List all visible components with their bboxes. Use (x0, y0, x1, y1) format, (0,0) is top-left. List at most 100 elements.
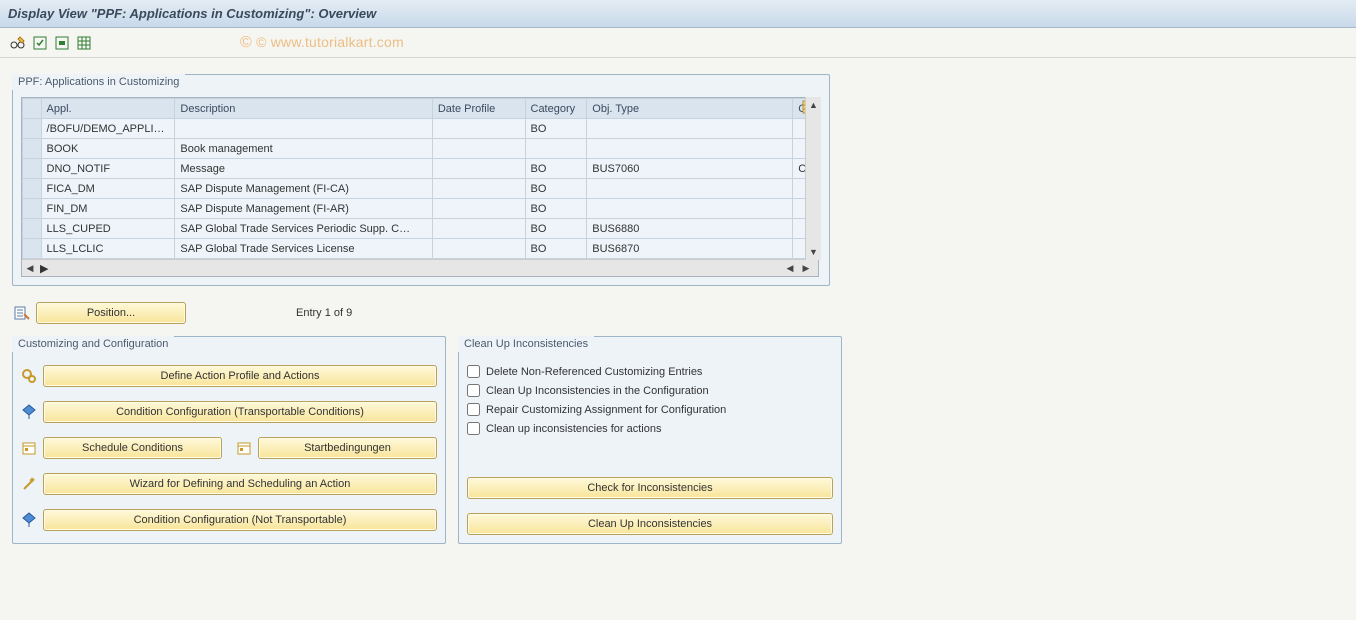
deselect-all-button[interactable] (52, 34, 72, 52)
checkbox[interactable] (467, 384, 480, 397)
table-row[interactable]: DNO_NOTIFMessageBOBUS7060CL (23, 159, 818, 179)
cell-obj-type (587, 199, 793, 219)
table-row[interactable]: LLS_LCLICSAP Global Trade Services Licen… (23, 239, 818, 259)
checkbox[interactable] (467, 422, 480, 435)
cell-category: BO (525, 159, 587, 179)
scroll-left-icon[interactable]: ◀ (22, 263, 38, 274)
cell-appl: DNO_NOTIF (41, 159, 175, 179)
table-row[interactable]: BOOKBook management (23, 139, 818, 159)
cell-category: BO (525, 219, 587, 239)
cell-category (525, 139, 587, 159)
check-clean-actions[interactable]: Clean up inconsistencies for actions (467, 422, 833, 435)
table-icon (77, 36, 91, 50)
cond-transportable-button[interactable]: Condition Configuration (Transportable C… (43, 401, 437, 423)
row-selector[interactable] (23, 139, 42, 159)
col-category[interactable]: Category (525, 99, 587, 119)
cell-description: Book management (175, 139, 432, 159)
cell-obj-type (587, 139, 793, 159)
cell-date-profile (432, 119, 525, 139)
col-description[interactable]: Description (175, 99, 432, 119)
schedule-conditions-button[interactable]: Schedule Conditions (43, 437, 222, 459)
check-label: Clean up inconsistencies for actions (486, 423, 661, 435)
cell-category: BO (525, 239, 587, 259)
check-repair-assign[interactable]: Repair Customizing Assignment for Config… (467, 403, 833, 416)
schedule-icon (21, 440, 43, 456)
cell-description: SAP Dispute Management (FI-AR) (175, 199, 432, 219)
customizing-panel: Customizing and Configuration Define Act… (12, 336, 446, 544)
table-body: /BOFU/DEMO_APPLI…BO BOOKBook management … (23, 119, 818, 259)
cell-date-profile (432, 159, 525, 179)
check-label: Repair Customizing Assignment for Config… (486, 404, 726, 416)
page-title: Display View "PPF: Applications in Custo… (8, 6, 376, 21)
cell-appl: BOOK (41, 139, 175, 159)
title-bar: Display View "PPF: Applications in Custo… (0, 0, 1356, 28)
row-selector[interactable] (23, 239, 42, 259)
table-row[interactable]: LLS_CUPEDSAP Global Trade Services Perio… (23, 219, 818, 239)
cell-date-profile (432, 239, 525, 259)
row-selector[interactable] (23, 159, 42, 179)
row-selector[interactable] (23, 219, 42, 239)
row-selector[interactable] (23, 119, 42, 139)
print-button[interactable] (74, 34, 94, 52)
cond-not-transportable-button[interactable]: Condition Configuration (Not Transportab… (43, 509, 437, 531)
col-date-profile[interactable]: Date Profile (432, 99, 525, 119)
checkbox[interactable] (467, 403, 480, 416)
select-all-button[interactable] (30, 34, 50, 52)
check-label: Clean Up Inconsistencies in the Configur… (486, 385, 709, 397)
define-action-button[interactable]: Define Action Profile and Actions (43, 365, 437, 387)
wizard-icon (21, 476, 43, 492)
scroll-down-icon[interactable]: ▼ (806, 244, 821, 260)
position-row: Position... Entry 1 of 9 (14, 302, 1348, 324)
schedule-icon (236, 440, 258, 456)
table-legend: PPF: Applications in Customizing (12, 74, 185, 90)
cell-obj-type: BUS6880 (587, 219, 793, 239)
table-row[interactable]: /BOFU/DEMO_APPLI…BO (23, 119, 818, 139)
checkbox[interactable] (467, 365, 480, 378)
cell-appl: FICA_DM (41, 179, 175, 199)
cell-category: BO (525, 179, 587, 199)
applications-table: Appl. Description Date Profile Category … (21, 97, 819, 277)
condition-icon (21, 404, 43, 420)
clean-inconsistencies-button[interactable]: Clean Up Inconsistencies (467, 513, 833, 535)
cleanup-panel: Clean Up Inconsistencies Delete Non-Refe… (458, 336, 842, 544)
row-selector-header[interactable] (23, 99, 42, 119)
wizard-button[interactable]: Wizard for Defining and Scheduling an Ac… (43, 473, 437, 495)
cell-date-profile (432, 219, 525, 239)
content-area: PPF: Applications in Customizing Appl. D… (0, 58, 1356, 554)
cell-obj-type (587, 179, 793, 199)
cell-description: SAP Global Trade Services License (175, 239, 432, 259)
cell-appl: LLS_LCLIC (41, 239, 175, 259)
cell-category: BO (525, 199, 587, 219)
row-selector[interactable] (23, 199, 42, 219)
select-block-icon (55, 36, 69, 50)
table-h-scrollbar[interactable]: ◀ ▶ ◀ ▶ (22, 259, 818, 276)
gears-icon (21, 368, 43, 384)
scroll-left-far-icon[interactable]: ◀ (782, 263, 798, 274)
select-all-icon (33, 36, 47, 50)
position-button[interactable]: Position... (36, 302, 186, 324)
cell-description: SAP Dispute Management (FI-CA) (175, 179, 432, 199)
scroll-up-icon[interactable]: ▲ (806, 97, 821, 113)
col-appl[interactable]: Appl. (41, 99, 175, 119)
table-v-scrollbar[interactable]: ▲ ▼ (805, 97, 821, 260)
table-row[interactable]: FICA_DMSAP Dispute Management (FI-CA) BO (23, 179, 818, 199)
toggle-change-mode-button[interactable] (8, 34, 28, 52)
cell-description (175, 119, 432, 139)
cell-appl: FIN_DM (41, 199, 175, 219)
startbedingungen-button[interactable]: Startbedingungen (258, 437, 437, 459)
position-icon (14, 305, 36, 321)
scroll-right-near-icon[interactable]: ▶ (40, 262, 48, 275)
cell-date-profile (432, 199, 525, 219)
check-clean-config[interactable]: Clean Up Inconsistencies in the Configur… (467, 384, 833, 397)
check-inconsistencies-button[interactable]: Check for Inconsistencies (467, 477, 833, 499)
toolbar: © © www.tutorialkart.com (0, 28, 1356, 58)
cell-description: SAP Global Trade Services Periodic Supp.… (175, 219, 432, 239)
customizing-legend: Customizing and Configuration (12, 336, 174, 352)
col-obj-type[interactable]: Obj. Type (587, 99, 793, 119)
check-delete-nonref[interactable]: Delete Non-Referenced Customizing Entrie… (467, 365, 833, 378)
cell-date-profile (432, 139, 525, 159)
scroll-right-icon[interactable]: ▶ (798, 263, 814, 274)
row-selector[interactable] (23, 179, 42, 199)
entry-counter: Entry 1 of 9 (296, 307, 352, 319)
table-row[interactable]: FIN_DMSAP Dispute Management (FI-AR) BO (23, 199, 818, 219)
